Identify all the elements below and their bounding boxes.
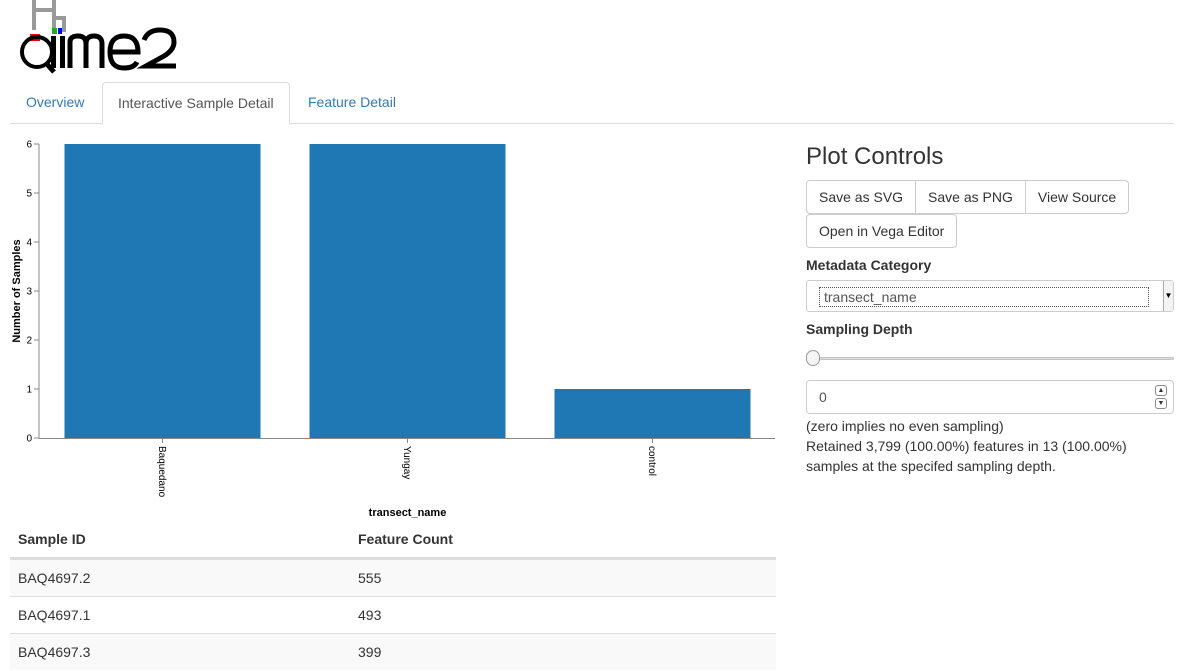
cell-sample-id: BAQ4697.3 — [18, 644, 91, 660]
y-tick-label: 3 — [26, 287, 32, 298]
table-row: BAQ4697.2 555 — [10, 559, 776, 596]
tab-overview[interactable]: Overview — [11, 82, 99, 124]
open-vega-editor-button[interactable]: Open in Vega Editor — [806, 214, 958, 248]
nav-tabs: Overview Interactive Sample Detail Featu… — [10, 82, 1174, 125]
y-tick-label: 5 — [26, 189, 32, 200]
y-tick-label: 1 — [26, 385, 32, 396]
table-row: BAQ4697.3 399 — [10, 633, 776, 670]
x-axis-title: transect_name — [369, 507, 447, 519]
table-header: Sample ID Feature Count — [10, 521, 776, 559]
retained-summary-text: Retained 3,799 (100.00%) features in 13 … — [806, 438, 1127, 474]
y-tick-label: 6 — [26, 140, 32, 151]
sample-table: Sample ID Feature Count BAQ4697.2 555 BA… — [10, 521, 776, 670]
x-tick-label: Yungay — [401, 446, 412, 479]
metadata-category-value: transect_name — [819, 287, 1149, 307]
y-tick-label: 0 — [26, 434, 32, 445]
qiime2-logo — [18, 0, 198, 78]
cell-sample-id: BAQ4697.1 — [18, 607, 91, 623]
bar-control — [554, 389, 751, 438]
tab-interactive-sample-detail[interactable]: Interactive Sample Detail — [102, 82, 290, 125]
sample-bar-chart: 0 1 2 3 4 5 6 Baquedano Yungay control transect_na… — [0, 124, 790, 524]
number-spinner: ▲ ▼ — [1155, 385, 1167, 409]
x-tick-label: control — [646, 446, 657, 476]
slider-thumb[interactable] — [806, 350, 820, 366]
sampling-help-text: (zero implies no even sampling) — [806, 418, 1004, 434]
bar-Yungay — [309, 144, 506, 438]
y-tick-label: 4 — [26, 238, 32, 249]
x-tick-label: Baquedano — [156, 446, 167, 498]
chevron-down-icon: ▼ — [1163, 281, 1173, 311]
cell-feature-count: 555 — [358, 570, 382, 586]
sampling-depth-value: 0 — [819, 389, 827, 405]
metadata-category-label: Metadata Category — [806, 257, 932, 273]
view-source-button[interactable]: View Source — [1024, 180, 1130, 214]
bar-Baquedano — [64, 144, 261, 438]
plot-controls: Plot Controls Save as SVG Save as PNG Vi… — [806, 140, 1174, 476]
spinner-up-icon[interactable]: ▲ — [1155, 385, 1167, 396]
sampling-depth-slider[interactable] — [806, 348, 1174, 368]
header-sample-id[interactable]: Sample ID — [10, 521, 350, 557]
cell-feature-count: 399 — [358, 644, 382, 660]
cell-feature-count: 493 — [358, 607, 382, 623]
y-axis-title: Number of Samples — [11, 239, 23, 342]
sampling-depth-input[interactable]: 0 ▲ ▼ — [806, 380, 1174, 414]
export-button-group: Save as SVG Save as PNG View Source Open… — [806, 180, 1174, 248]
y-tick-label: 2 — [26, 336, 32, 347]
metadata-category-select[interactable]: transect_name ▼ — [806, 280, 1174, 312]
table-row: BAQ4697.1 493 — [10, 596, 776, 633]
save-png-button[interactable]: Save as PNG — [915, 180, 1026, 214]
slider-track — [808, 357, 1174, 360]
header-feature-count[interactable]: Feature Count — [350, 521, 776, 557]
chart-svg: 0 1 2 3 4 5 6 Baquedano Yungay control transect_na… — [11, 140, 775, 519]
spinner-down-icon[interactable]: ▼ — [1155, 398, 1167, 409]
tab-feature-detail[interactable]: Feature Detail — [293, 82, 411, 124]
plot-controls-title: Plot Controls — [806, 143, 944, 170]
cell-sample-id: BAQ4697.2 — [18, 570, 91, 586]
sampling-depth-label: Sampling Depth — [806, 321, 913, 337]
save-svg-button[interactable]: Save as SVG — [806, 180, 917, 214]
